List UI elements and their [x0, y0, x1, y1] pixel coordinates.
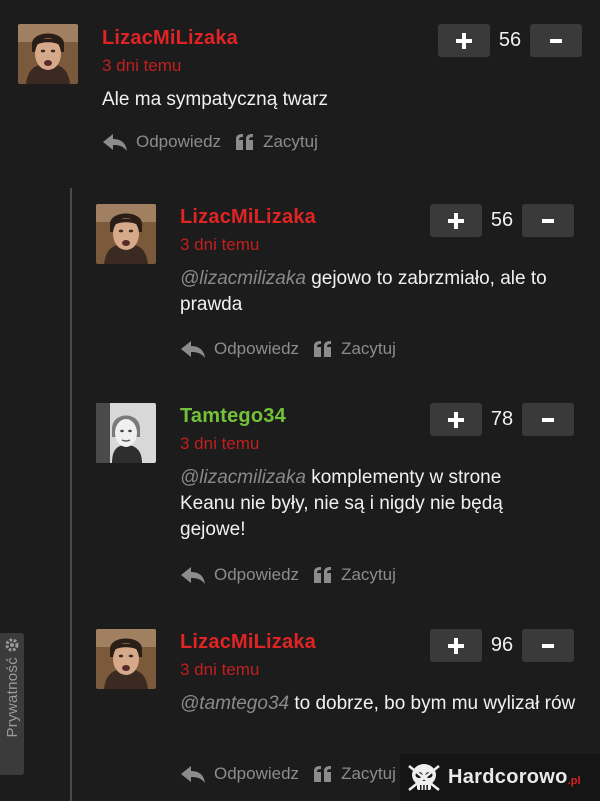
vote-controls: 96: [430, 629, 574, 662]
upvote-button[interactable]: [430, 629, 482, 662]
comment-time: 3 dni temu: [180, 660, 260, 679]
plus-icon: [447, 637, 465, 655]
comment-text: to dobrze, bo bym mu wylizał rów: [289, 693, 576, 714]
skull-logo-icon: [408, 763, 440, 791]
comments-page: LizacMiLizaka 3 dni temu 56 Ale ma sympa…: [0, 0, 600, 801]
vote-count: 96: [490, 634, 514, 656]
privacy-label: Prywatność: [3, 657, 21, 738]
quote-button[interactable]: Zacytuj: [313, 764, 396, 784]
privacy-tab[interactable]: Prywatność: [0, 633, 24, 775]
watermark-brand: Hardcorowo: [448, 766, 568, 788]
comment-mention[interactable]: @tamtego34: [180, 693, 289, 714]
minus-icon: [539, 637, 557, 655]
comment-actions: Odpowiedz Zacytuj: [180, 764, 396, 784]
downvote-button[interactable]: [522, 629, 574, 662]
avatar[interactable]: [96, 629, 156, 689]
reply-arrow-icon: [180, 764, 206, 784]
quote-label: Zacytuj: [341, 764, 396, 783]
watermark-tld: .pl: [567, 774, 581, 787]
reply-label: Odpowiedz: [214, 764, 300, 783]
comment: LizacMiLizaka 3 dni temu 96 @tamtego34 t…: [0, 0, 600, 801]
reply-button[interactable]: Odpowiedz: [180, 764, 299, 784]
quote-icon: [313, 765, 333, 783]
gear-icon: [5, 638, 19, 652]
comment-author[interactable]: LizacMiLizaka: [180, 631, 316, 654]
watermark: Hardcorowo .pl: [400, 754, 600, 801]
comment-body: @tamtego34 to dobrze, bo bym mu wylizał …: [180, 691, 585, 717]
